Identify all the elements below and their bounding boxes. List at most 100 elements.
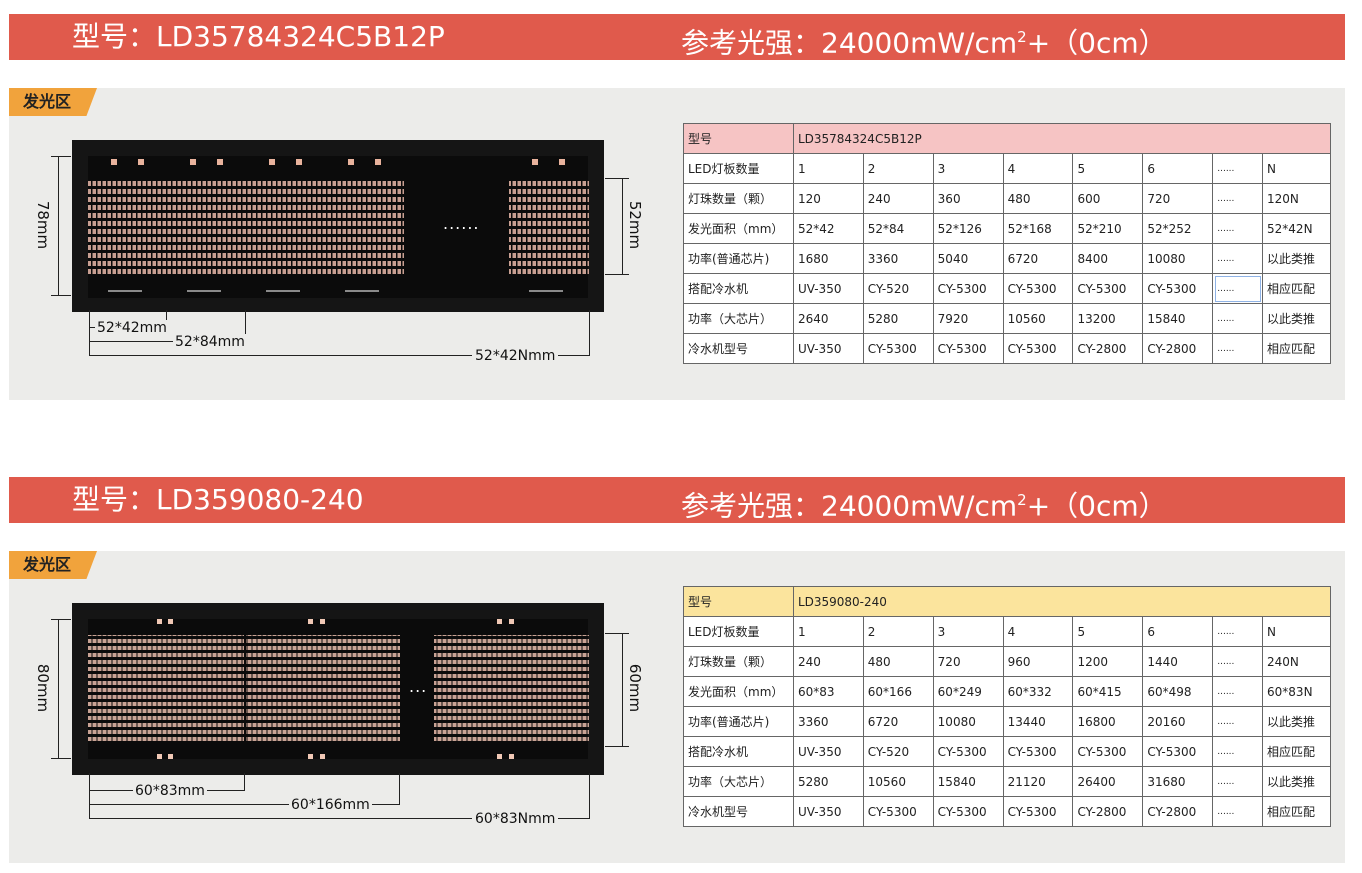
board-height-label: 78mm (34, 200, 53, 250)
table-cell: UV-350 (792, 796, 864, 827)
width-dim-n-right (589, 773, 590, 819)
table-cell: UV-350 (792, 333, 864, 364)
table-cell: 以此类推 (1262, 243, 1331, 274)
table-cell: 5280 (862, 303, 934, 334)
table-cell: 720 (932, 646, 1004, 677)
width-1-label: 60*83mm (133, 783, 207, 799)
emitting-area-tag: 发光区 (9, 551, 97, 579)
table-cell: 60*249 (932, 676, 1004, 707)
table-cell: CY-5300 (862, 333, 934, 364)
table-row: 冷水机型号 UV-350 CY-5300 CY-5300 CY-5300 CY-2800 C… (683, 796, 1331, 827)
table-row: 冷水机型号 UV-350 CY-5300 CY-5300 CY-5300 CY-2800 C… (683, 333, 1331, 364)
table-row: 功率（大芯片） 2640 5280 7920 10560 13200 15840......… (683, 303, 1331, 334)
table-cell: 3360 (862, 243, 934, 274)
table-cell: 10080 (1142, 243, 1214, 274)
table-row: 功率(普通芯片) 1680 3360 5040 6720 8400 10080...... 以… (683, 243, 1331, 274)
table-cell: 60*83N (1262, 676, 1331, 707)
table-cell: 6720 (862, 706, 934, 737)
table-cell: 480 (862, 646, 934, 677)
width-dim-1-right (244, 773, 245, 791)
table-cell: CY-2800 (1072, 333, 1144, 364)
table-cell: 2640 (792, 303, 864, 334)
table-cell: 功率（大芯片） (683, 766, 794, 797)
table-cell: LD35784324C5B12P (792, 123, 1332, 154)
emit-height-dim-line (622, 178, 623, 274)
table-cell: 7920 (932, 303, 1004, 334)
table-cell: 1 (792, 616, 864, 647)
led-array-graphic (88, 619, 589, 759)
table-cell[interactable]: ...... (1212, 273, 1264, 304)
table-cell: 发光面积（mm） (683, 213, 794, 244)
product-2-banner: 型号：LD359080-240 参考光强：24000mW/cm2+（0cm） (9, 477, 1345, 523)
spec-table: 型号 LD35784324C5B12P LED灯板数量 1 2 3 4 5 6...... N… (683, 123, 1332, 364)
table-cell: CY-520 (862, 736, 934, 767)
spec-table: 型号 LD359080-240 LED灯板数量 1 2 3 4 5 6...... N 灯珠数… (683, 586, 1332, 827)
table-cell: UV-350 (792, 736, 864, 767)
table-cell: 52*84 (862, 213, 934, 244)
table-cell: CY-5300 (1072, 273, 1144, 304)
led-board-diagram: ... (72, 603, 604, 775)
emitting-area-tag: 发光区 (9, 88, 97, 116)
width-n-label: 60*83Nmm (472, 811, 559, 827)
table-row: 型号 LD359080-240 (683, 586, 1332, 617)
table-cell: 60*498 (1142, 676, 1214, 707)
table-row: 型号 LD35784324C5B12P (683, 123, 1332, 154)
table-cell: CY-5300 (1002, 796, 1074, 827)
table-cell: CY-5300 (1142, 273, 1214, 304)
table-cell: 相应匹配 (1262, 736, 1331, 767)
table-cell: CY-5300 (932, 736, 1004, 767)
reference-intensity: 参考光强：24000mW/cm2+（0cm） (681, 26, 1167, 60)
table-cell: 52*210 (1072, 213, 1144, 244)
table-row: 发光面积（mm） 60*83 60*166 60*249 60*332 60*415 60*… (683, 676, 1331, 707)
table-cell: 相应匹配 (1262, 273, 1331, 304)
table-cell: 5040 (932, 243, 1004, 274)
table-cell: 8400 (1072, 243, 1144, 274)
table-cell: 以此类推 (1262, 766, 1331, 797)
width-dim-n-right (589, 310, 590, 356)
table-cell: 型号 (683, 123, 794, 154)
board-ellipsis: ... (409, 677, 428, 696)
table-cell: ...... (1212, 736, 1264, 767)
table-cell: 4 (1002, 153, 1074, 184)
table-cell: 240N (1262, 646, 1331, 677)
table-cell: 1200 (1072, 646, 1144, 677)
table-cell: 3 (932, 616, 1004, 647)
table-cell: CY-2800 (1142, 796, 1214, 827)
table-row: 灯珠数量（颗） 120 240 360 480 600 720...... 120N (683, 183, 1331, 214)
table-cell: 6 (1142, 616, 1214, 647)
table-cell: LD359080-240 (792, 586, 1332, 617)
table-cell: N (1262, 153, 1331, 184)
table-cell: CY-520 (862, 273, 934, 304)
table-cell: 3 (932, 153, 1004, 184)
table-cell: 600 (1072, 183, 1144, 214)
table-cell: CY-5300 (932, 273, 1004, 304)
height-dim-tick-bottom (51, 758, 71, 759)
table-cell: 52*252 (1142, 213, 1214, 244)
table-cell: 15840 (932, 766, 1004, 797)
table-cell: LED灯板数量 (683, 616, 794, 647)
table-cell: 5 (1072, 153, 1144, 184)
table-cell: 灯珠数量（颗） (683, 646, 794, 677)
table-cell: 60*415 (1072, 676, 1144, 707)
emit-height-dim-line (622, 633, 623, 747)
table-cell: 60*332 (1002, 676, 1074, 707)
table-cell: CY-5300 (1002, 333, 1074, 364)
table-cell: 21120 (1002, 766, 1074, 797)
table-cell: 52*42N (1262, 213, 1331, 244)
emit-height-tick-bottom (605, 274, 629, 275)
table-cell: ...... (1212, 333, 1264, 364)
product-1-banner: 型号：LD35784324C5B12P 参考光强：24000mW/cm2+（0c… (9, 14, 1345, 60)
table-cell: 10560 (862, 766, 934, 797)
table-row: 搭配冷水机 UV-350 CY-520 CY-5300 CY-5300 CY-5300 CY… (683, 736, 1331, 767)
emit-height-tick-bottom (605, 746, 629, 747)
table-cell: CY-5300 (1002, 736, 1074, 767)
width-dim-left (89, 310, 90, 356)
table-cell: 3360 (792, 706, 864, 737)
table-cell: 20160 (1142, 706, 1214, 737)
table-cell: 4 (1002, 616, 1074, 647)
table-cell: CY-5300 (932, 333, 1004, 364)
table-cell: CY-2800 (1142, 333, 1214, 364)
led-array-graphic (88, 159, 589, 292)
table-cell: 功率(普通芯片) (683, 706, 794, 737)
table-cell: 31680 (1142, 766, 1214, 797)
